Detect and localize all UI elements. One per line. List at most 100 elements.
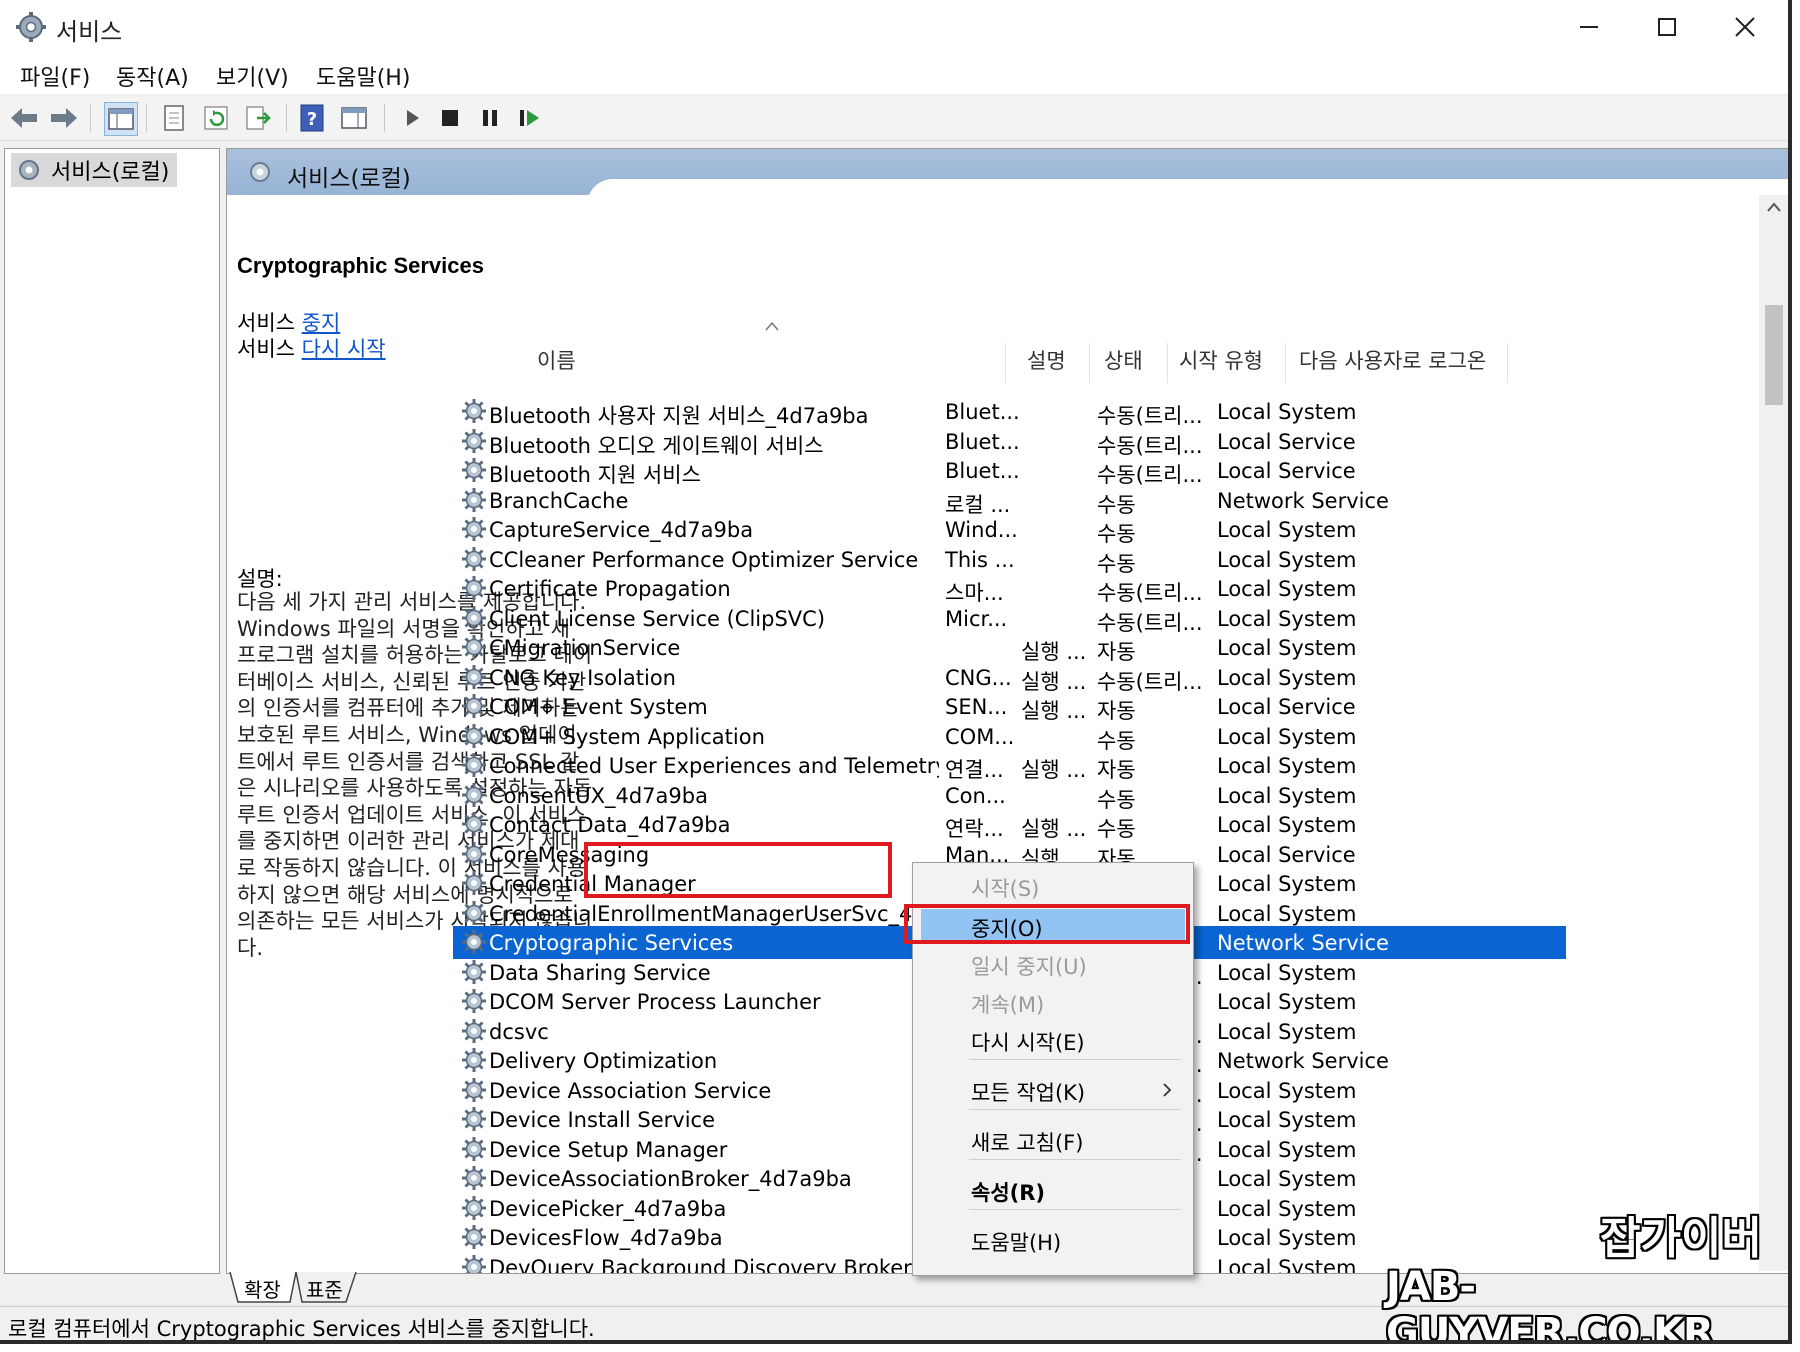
column-header-description[interactable]: 설명 <box>1027 345 1066 375</box>
table-row[interactable]: COM+ System Application COM... 수동 Local Sys… <box>453 720 1566 753</box>
service-gear-icon <box>462 782 486 807</box>
svg-text:?: ? <box>307 109 317 130</box>
table-row[interactable]: CaptureService_4d7a9ba Wind... 수동 Local Sys… <box>453 513 1566 546</box>
gear-icon <box>16 12 46 42</box>
column-header-startup-type[interactable]: 시작 유형 <box>1179 345 1263 375</box>
service-gear-icon <box>462 1136 486 1161</box>
table-row[interactable]: Bluetooth 사용자 지원 서비스_4d7a9ba Bluet... 수동(트… <box>453 395 1566 428</box>
service-logon-cell: Local System <box>1217 636 1357 660</box>
service-name: CaptureService_4d7a9ba <box>489 518 754 542</box>
service-gear-icon <box>462 1225 486 1249</box>
tab-standard[interactable]: 표준 <box>306 1274 343 1303</box>
menu-bar: 파일(F) 동작(A) 보기(V) 도움말(H) <box>0 54 1788 94</box>
restart-icon <box>520 110 539 126</box>
menu-view[interactable]: 보기(V) <box>216 60 289 92</box>
service-description-cell: Bluet... <box>945 400 1020 424</box>
back-arrow-icon <box>11 108 37 128</box>
properties-button[interactable] <box>158 102 190 134</box>
vertical-scrollbar[interactable] <box>1759 195 1788 1271</box>
close-button[interactable] <box>1706 0 1784 54</box>
table-row[interactable]: CMigrationService 실행 ... 자동 Local System <box>453 631 1566 664</box>
menu-item-help[interactable]: 도움말(H) <box>971 1227 1061 1257</box>
service-logon-cell: Local Service <box>1217 429 1356 454</box>
minimize-button[interactable] <box>1550 0 1628 54</box>
table-row[interactable]: Connected User Experiences and Telemetry… <box>453 749 1566 782</box>
service-gear-icon <box>462 959 486 984</box>
menu-file[interactable]: 파일(F) <box>20 60 90 92</box>
table-row[interactable]: Certificate Propagation 스마... 수동(트리... Loca… <box>453 572 1566 605</box>
service-logon-cell: Local System <box>1217 1108 1357 1132</box>
menu-item-all-tasks[interactable]: 모든 작업(K) <box>971 1077 1085 1107</box>
table-row[interactable]: COM+ Event System SEN... 실행 ... 자동 Local Ser… <box>453 690 1566 723</box>
table-row[interactable]: Bluetooth 지원 서비스 Bluet... 수동(트리... Local Se… <box>453 454 1566 487</box>
menu-item-resume[interactable]: 계속(M) <box>971 989 1044 1019</box>
column-header-log-on-as[interactable]: 다음 사용자로 로그온 <box>1299 345 1486 375</box>
help-button[interactable]: ? <box>296 102 328 134</box>
refresh-button[interactable] <box>200 102 232 134</box>
service-logon-cell: Local System <box>1217 518 1357 542</box>
table-row[interactable]: Bluetooth 오디오 게이트웨이 서비스 Bluet... 수동(트리... L… <box>453 425 1566 458</box>
service-logon-cell: Local System <box>1217 547 1357 572</box>
status-text: 로컬 컴퓨터에서 Cryptographic Services 서비스를 중지합… <box>8 1317 595 1341</box>
service-gear-icon <box>462 930 486 954</box>
menu-help[interactable]: 도움말(H) <box>316 60 410 92</box>
table-row[interactable]: Client License Service (ClipSVC) Micr... 수… <box>453 602 1566 635</box>
maximize-button[interactable] <box>1628 0 1706 54</box>
service-name: Delivery Optimization <box>489 1049 718 1073</box>
menu-item-restart[interactable]: 다시 시작(E) <box>971 1027 1085 1057</box>
service-name: DevicePicker_4d7a9ba <box>489 1196 727 1221</box>
table-row[interactable]: CNG Key Isolation CNG... 실행 ... 수동(트리... Loc… <box>453 661 1566 694</box>
service-name: Contact Data_4d7a9ba <box>489 813 731 837</box>
scroll-up-icon[interactable] <box>1766 201 1782 213</box>
show-action-pane-button[interactable] <box>338 102 370 134</box>
service-name: Certificate Propagation <box>489 577 731 601</box>
service-description-cell: CNG... <box>945 665 1012 690</box>
service-name: COM+ System Application <box>489 724 765 749</box>
restart-service-link[interactable]: 다시 시작 <box>302 337 386 361</box>
gear-icon <box>19 160 39 180</box>
service-description-cell: This ... <box>945 547 1015 572</box>
column-header-name[interactable]: 이름 <box>537 345 576 375</box>
service-gear-icon <box>462 753 486 777</box>
restart-service-button[interactable] <box>514 102 546 134</box>
service-description-cell: Wind... <box>945 518 1018 542</box>
menu-action[interactable]: 동작(A) <box>116 60 189 92</box>
service-gear-icon <box>462 723 486 748</box>
tree-item-services-local[interactable]: 서비스(로컬) <box>11 153 177 187</box>
show-console-tree-button[interactable] <box>104 102 138 136</box>
export-list-button[interactable] <box>242 102 274 134</box>
service-logon-cell: Local System <box>1217 1196 1357 1221</box>
service-name: Client License Service (ClipSVC) <box>489 606 826 631</box>
service-name: CMigrationService <box>489 636 681 660</box>
close-icon <box>1735 17 1755 37</box>
service-gear-icon <box>462 1166 486 1190</box>
scroll-thumb[interactable] <box>1765 305 1783 405</box>
pause-service-button[interactable] <box>474 102 506 134</box>
chevron-right-icon <box>1163 1083 1172 1097</box>
service-description-cell: COM... <box>945 724 1015 749</box>
service-logon-cell: Local System <box>1217 606 1357 631</box>
stop-service-button[interactable] <box>434 102 466 134</box>
service-name: Device Install Service <box>489 1108 715 1132</box>
stop-service-link[interactable]: 중지 <box>302 311 341 335</box>
service-gear-icon <box>462 605 486 630</box>
services-window: 서비스 파일(F) 동작(A) 보기(V) 도움말(H) ? 서비스(로컬) 서… <box>0 0 1792 1344</box>
table-row[interactable]: ConsentUX_4d7a9ba Con... 수동 Local System <box>453 779 1566 812</box>
menu-item-start[interactable]: 시작(S) <box>971 873 1039 903</box>
service-gear-icon <box>462 546 486 571</box>
menu-item-properties[interactable]: 속성(R) <box>971 1177 1045 1207</box>
service-gear-icon <box>462 900 486 925</box>
service-gear-icon <box>462 487 486 512</box>
forward-button[interactable] <box>48 102 80 134</box>
column-header-status[interactable]: 상태 <box>1104 345 1143 375</box>
service-logon-cell: Local Service <box>1217 842 1356 867</box>
start-service-button[interactable] <box>396 102 428 134</box>
table-row[interactable]: CCleaner Performance Optimizer Service Th… <box>453 543 1566 576</box>
menu-item-refresh[interactable]: 새로 고침(F) <box>971 1127 1083 1157</box>
tab-extended[interactable]: 확장 <box>244 1274 281 1303</box>
service-logon-cell: Local Service <box>1217 459 1356 483</box>
back-button[interactable] <box>8 102 40 134</box>
menu-item-pause[interactable]: 일시 중지(U) <box>971 951 1087 981</box>
table-row[interactable]: Contact Data_4d7a9ba 연락... 실행 ... 수동 Local S… <box>453 808 1566 841</box>
table-row[interactable]: BranchCache 로컬 ... 수동 Network Service <box>453 484 1566 517</box>
